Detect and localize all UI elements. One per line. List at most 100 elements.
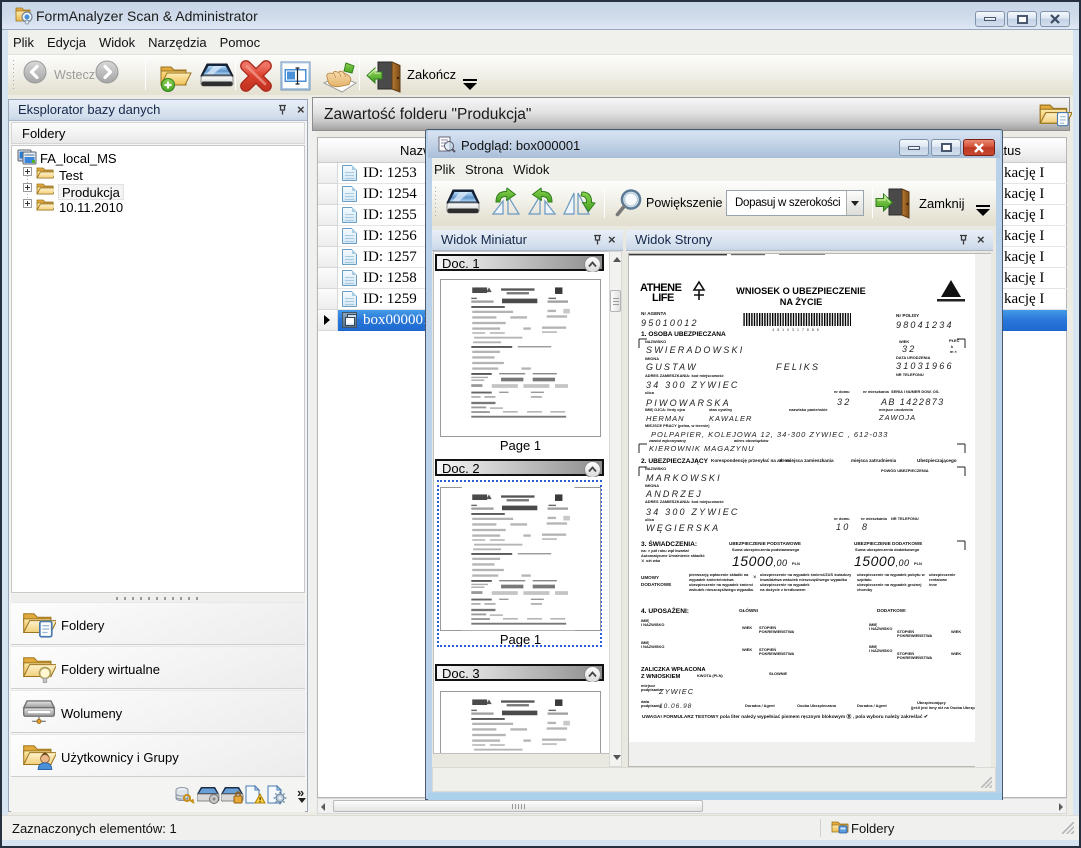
svg-text:POKREWIEŃSTWA: POKREWIEŃSTWA — [897, 633, 932, 638]
svg-text:ADRES ZAMIESZKANIA: kod m: ADRES ZAMIESZKANIA: kod miejscowość — [645, 373, 725, 378]
svg-text:PLN: PLN — [792, 561, 800, 566]
svg-text:stan cywilny: stan cywilny — [709, 407, 733, 412]
svg-text:HERMAN: HERMAN — [646, 414, 685, 423]
svg-text:UWAGA! FORMULARZ TESTOWY pola: UWAGA! FORMULARZ TESTOWY pola liter nale… — [642, 713, 928, 720]
svg-text:32: 32 — [902, 344, 916, 354]
svg-text:×: × — [779, 458, 783, 465]
svg-text:10: 10 — [836, 522, 850, 532]
svg-text:UMOWY: UMOWY — [641, 575, 659, 580]
svg-text:ożt wku: ożt wku — [646, 558, 661, 563]
svg-text:nr domu: nr domu — [834, 516, 850, 521]
svg-text:MARKOWSKI: MARKOWSKI — [646, 473, 722, 483]
svg-text:WĘGIERSKA: WĘGIERSKA — [646, 523, 720, 533]
svg-text:95010012: 95010012 — [641, 318, 699, 328]
svg-text:DODATKOWI: DODATKOWI — [877, 608, 906, 613]
svg-text:NR TELEFONU: NR TELEFONU — [896, 372, 924, 377]
svg-text:nr mieszkania: nr mieszkania — [863, 389, 890, 394]
svg-text:IMIONA: IMIONA — [645, 356, 659, 361]
svg-text:POKREWIEŃSTWA: POKREWIEŃSTWA — [897, 655, 932, 660]
svg-text:I NAZWISKO: I NAZWISKO — [869, 626, 892, 631]
svg-text:15000,00: 15000,00 — [732, 553, 787, 569]
svg-text:ulica: ulica — [645, 517, 655, 522]
svg-text:ANDRZEJ: ANDRZEJ — [645, 489, 703, 499]
svg-text:UBEZPIECZENIE DODATKOWE: UBEZPIECZENIE DODATKOWE — [854, 541, 922, 546]
svg-text:Doradca / Agent: Doradca / Agent — [857, 703, 887, 708]
svg-text:Z WNIOSKIEM: Z WNIOSKIEM — [641, 674, 680, 680]
svg-text:15000,00: 15000,00 — [854, 553, 909, 569]
svg-text:×: × — [641, 559, 645, 565]
svg-text:32: 32 — [837, 397, 851, 407]
svg-text:wskutek nieszczęśliwego wypadk: wskutek nieszczęśliwego wypadku — [688, 587, 754, 592]
svg-text:miejsca zamieszkania: miejsca zamieszkania — [786, 458, 834, 463]
svg-text:Suma ubezpieczenia podstawoweg: Suma ubezpieczenia podstawowego — [732, 547, 800, 552]
svg-text:FELIKS: FELIKS — [776, 362, 820, 372]
svg-text:adres obowiązków: adres obowiązków — [734, 438, 769, 443]
svg-text:WNIOSEK O UBEZPIECZENIE: WNIOSEK O UBEZPIECZENIE — [736, 286, 866, 296]
svg-text:ADRES ZAMIESZKANIA: kod m: ADRES ZAMIESZKANIA: kod miejscowość — [645, 499, 725, 504]
svg-text:SŁOWNIE: SŁOWNIE — [769, 671, 788, 676]
svg-text:IMIONA: IMIONA — [645, 483, 659, 488]
svg-text:miejsce urodzenia: miejsce urodzenia — [879, 407, 914, 412]
svg-text:LIFE: LIFE — [652, 292, 674, 304]
svg-text:KWOTA (PLN): KWOTA (PLN) — [697, 673, 723, 678]
svg-text:ZYWIEC: ZYWIEC — [658, 687, 694, 696]
svg-text:WIEK: WIEK — [951, 629, 961, 634]
svg-text:4. UPOSAŻENI:: 4. UPOSAŻENI: — [641, 607, 689, 615]
svg-text:POKREWIEŃSTWA: POKREWIEŃSTWA — [759, 651, 794, 656]
svg-text:×: × — [753, 575, 757, 581]
svg-text:POKREWIEŃSTWA: POKREWIEŃSTWA — [759, 629, 794, 634]
svg-text:DODATKOWE: DODATKOWE — [641, 582, 671, 587]
svg-text:AB 1422873: AB 1422873 — [880, 397, 945, 407]
svg-text:nr domu: nr domu — [834, 389, 850, 394]
svg-text:nazwisko panieńskie: nazwisko panieńskie — [789, 407, 828, 412]
svg-text:10.06.98: 10.06.98 — [659, 703, 692, 710]
svg-text:NAZWISKO: NAZWISKO — [645, 466, 666, 471]
svg-text:POWÓD UBEZPIECZENIA: POWÓD UBEZPIECZENIA — [881, 468, 929, 473]
svg-text:IMIĘ OJCA: lledy ojca: IMIĘ OJCA: lledy ojca — [645, 407, 686, 412]
svg-text:GUSTAW: GUSTAW — [646, 362, 698, 372]
svg-text:Suma ubezpieczenia dodatkowego: Suma ubezpieczenia dodatkowego — [855, 547, 920, 552]
svg-text:GŁÓWNI: GŁÓWNI — [739, 606, 758, 613]
svg-text:Osoba Ubezpieczana: Osoba Ubezpieczana — [797, 703, 837, 708]
svg-text:Doradca / Agent: Doradca / Agent — [745, 703, 775, 708]
svg-text:Nr POLISY: Nr POLISY — [896, 313, 919, 318]
svg-text:31031966: 31031966 — [896, 361, 954, 371]
svg-text:I NAZWISKO: I NAZWISKO — [641, 622, 664, 627]
svg-text:inne: inne — [929, 582, 938, 587]
svg-text:98041234: 98041234 — [896, 320, 954, 330]
svg-text:na dożycie z kredkowem: na dożycie z kredkowem — [760, 587, 806, 592]
svg-text:SWIERADOWSKI: SWIERADOWSKI — [646, 345, 744, 355]
svg-text:zawód wykonywany: zawód wykonywany — [649, 438, 687, 443]
svg-text:NR TELEFONU: NR TELEFONU — [891, 516, 919, 521]
svg-text:POLPAPIER, KOLEJOWA 12, 34-: POLPAPIER, KOLEJOWA 12, 34-300 ZYWIEC , … — [651, 430, 888, 439]
svg-text:WIEK: WIEK — [742, 647, 752, 652]
svg-text:PLN: PLN — [914, 561, 922, 566]
svg-text:KIEROWNIK MAGAZYNU: KIEROWNIK MAGAZYNU — [649, 444, 755, 453]
svg-text:ZAWOJA: ZAWOJA — [878, 413, 916, 422]
svg-text:1. OSOBA UBEZPIECZANA: 1. OSOBA UBEZPIECZANA — [641, 331, 726, 338]
svg-text:ulica: ulica — [645, 390, 655, 395]
svg-text:3. ŚWIADCZENIA:: 3. ŚWIADCZENIA: — [641, 539, 697, 548]
svg-text:MIEJSCE PRACY (pełna, w tereni: MIEJSCE PRACY (pełna, w terenie) — [645, 423, 710, 428]
svg-text:nr mieszkania: nr mieszkania — [861, 516, 888, 521]
svg-text:UBEZPIECZENIE PODSTAWOWE: UBEZPIECZENIE PODSTAWOWE — [729, 541, 801, 546]
svg-text:WIEK: WIEK — [951, 651, 961, 656]
svg-text:I NAZWISKO: I NAZWISKO — [641, 644, 664, 649]
svg-text:34 300 ZYWIEC: 34 300 ZYWIEC — [646, 380, 740, 390]
svg-text:4810317885: 4810317885 — [772, 328, 821, 332]
svg-text:8: 8 — [862, 522, 869, 532]
svg-text:SERIA I NUMER DOW. OS.: SERIA I NUMER DOW. OS. — [891, 389, 940, 394]
svg-text:34 300 ZYWIEC: 34 300 ZYWIEC — [646, 507, 740, 517]
svg-text:DATA URODZENIA: DATA URODZENIA — [896, 355, 930, 360]
svg-text:NA ŻYCIE: NA ŻYCIE — [780, 297, 823, 307]
svg-text:miejsca zatrudnienia: miejsca zatrudnienia — [851, 458, 897, 463]
svg-text:KAWALER: KAWALER — [709, 414, 752, 423]
svg-text:NAZWISKO: NAZWISKO — [645, 339, 666, 344]
svg-text:I NAZWISKO: I NAZWISKO — [869, 648, 892, 653]
svg-text:(jeśli jest inny niż na Osoba: (jeśli jest inny niż na Osoba Ubezpiecza… — [911, 705, 975, 710]
svg-text:2. UBEZPIECZAJĄCY: 2. UBEZPIECZAJĄCY — [641, 458, 709, 465]
svg-text:choroby: choroby — [857, 587, 873, 592]
svg-text:Nr AGENTA: Nr AGENTA — [641, 311, 667, 316]
svg-text:PŁEĆ: PŁEĆ — [949, 338, 960, 343]
svg-text:Ubezpieczającego: Ubezpieczającego — [917, 458, 957, 463]
